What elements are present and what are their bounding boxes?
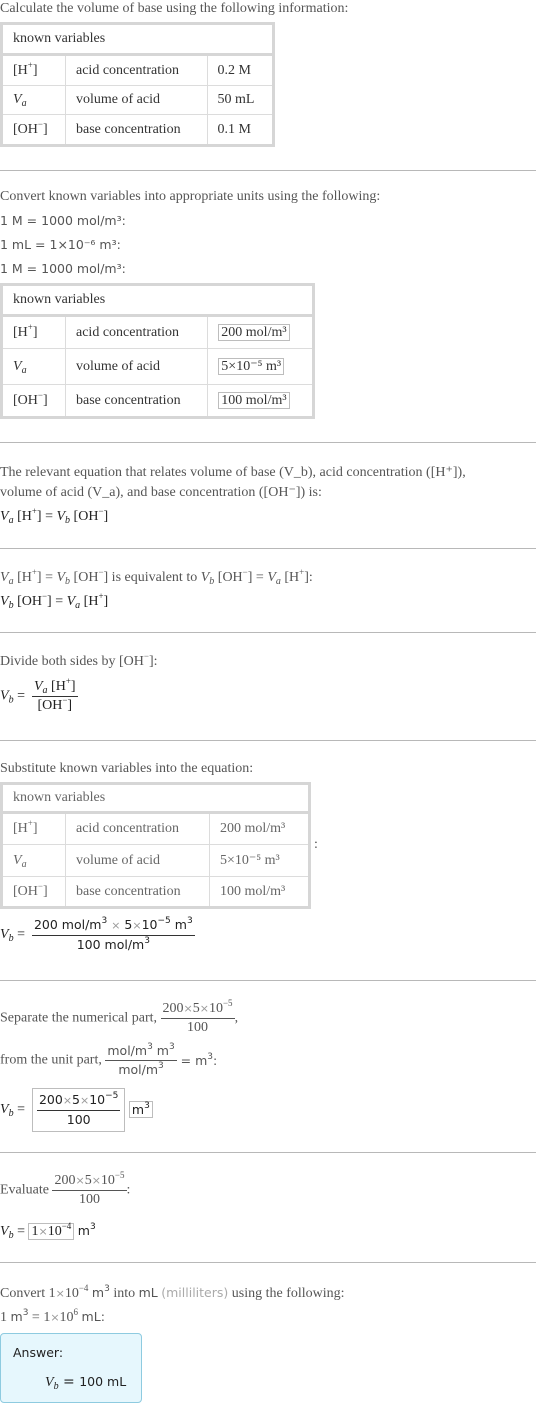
table-row: [H+] acid concentration 200 mol/m³ — [1, 812, 311, 845]
answer-value: Vb = 100 mL — [45, 1374, 127, 1392]
symbol-oh: [OH−] — [1, 876, 66, 908]
symbol-va: Va — [1, 348, 66, 385]
separate-text-1: Separate the numerical part, — [0, 1010, 158, 1026]
value-cell: 200 mol/m³ — [208, 812, 311, 845]
name-cell: acid concentration — [65, 54, 208, 86]
evaluate-text: Evaluate — [0, 1182, 49, 1198]
table-row: Va volume of acid 5×10⁻⁵ m³ — [1, 348, 314, 385]
name-cell: acid concentration — [65, 812, 210, 845]
relevant-text-2: volume of acid (V_a), and base concentra… — [0, 485, 322, 500]
separate-equation: Vb = 200×5×10−5 100 m3 — [0, 1088, 153, 1132]
symbol-h: [H+] — [1, 54, 66, 86]
value-cell: 5×10⁻⁵ m³ — [208, 844, 311, 877]
table-row: [OH−] base concentration 0.1 M — [1, 114, 275, 146]
boxed-value: 100 mol/m³ — [218, 391, 290, 409]
symbol-va: Va — [1, 85, 66, 115]
divider — [0, 980, 536, 981]
name-cell: volume of acid — [65, 844, 210, 877]
relevant-equation: Va [H+] = Vb [OH−] — [0, 506, 109, 526]
table-row: [OH−] base concentration 100 mol/m³ — [1, 384, 314, 418]
value-cell: 100 mol/m³ — [207, 384, 314, 418]
intro-text: Calculate the volume of base using the f… — [0, 1, 349, 16]
divider — [0, 548, 536, 549]
final-convert-rule: 1 m3 = 1×106 mL: — [0, 1307, 105, 1326]
table-row: [H+] acid concentration 0.2 M — [1, 54, 275, 86]
convert-rule: 1 M = 1000 mol/m³: — [0, 213, 126, 228]
equivalent-text: Va [H+] = Vb [OH−] is equivalent to Vb [… — [0, 567, 313, 587]
divider — [0, 442, 536, 443]
table-row: [H+] acid concentration 200 mol/m³ — [1, 315, 314, 349]
separate-text-2: from the unit part, — [0, 1052, 102, 1068]
name-cell: base concentration — [64, 384, 209, 418]
value-cell: 50 mL — [206, 85, 275, 115]
boxed-value: 5×10⁻⁵ m³ — [218, 358, 285, 375]
final-convert-text: Convert 1×10−4 m3 into mL (milliliters) … — [0, 1283, 345, 1302]
symbol-h: [H+] — [1, 315, 66, 349]
answer-label: Answer: — [13, 1345, 64, 1360]
value-cell: 5×10⁻⁵ m³ — [207, 348, 314, 385]
divider — [0, 740, 536, 741]
name-cell: acid concentration — [64, 315, 209, 349]
colon: : — [314, 837, 318, 852]
divide-equation: Vb = Va [H+] [OH−] — [0, 676, 78, 713]
evaluate-equation: Vb = 1×10−4 m3 — [0, 1221, 96, 1241]
table-row: Va volume of acid 50 mL — [1, 85, 275, 115]
symbol-va: Va — [1, 844, 66, 877]
divide-text: Divide both sides by [OH−]: — [0, 651, 158, 670]
convert-text: Convert known variables into appropriate… — [0, 189, 381, 204]
symbol-oh: [OH−] — [1, 384, 66, 418]
separate-numeric: Separate the numerical part, 200×5×10−5 1… — [0, 998, 239, 1036]
separate-units: from the unit part, mol/m3 m3 mol/m3 = m3… — [0, 1042, 218, 1078]
relevant-text-1: The relevant equation that relates volum… — [0, 465, 466, 480]
divider — [0, 1262, 536, 1263]
known-variables-table: known variables [H+] acid concentration … — [0, 22, 275, 147]
divider — [0, 170, 536, 171]
substitute-variables-table: known variables [H+] acid concentration … — [0, 782, 311, 909]
value-cell: 100 mol/m³ — [208, 876, 311, 908]
symbol-h: [H+] — [1, 812, 66, 845]
table-row: [OH−] base concentration 100 mol/m³ — [1, 876, 311, 908]
table-header: known variables — [1, 783, 310, 814]
name-cell: volume of acid — [65, 85, 208, 115]
evaluate-line: Evaluate 200×5×10−5 100: — [0, 1170, 131, 1208]
value-cell: 0.1 M — [206, 114, 275, 146]
table-header: known variables — [1, 23, 274, 56]
converted-variables-table: known variables [H+] acid concentration … — [0, 283, 315, 419]
divider — [0, 1152, 536, 1153]
convert-rule: 1 mL = 1×10⁻⁶ m³: — [0, 237, 121, 252]
substitute-text: Substitute known variables into the equa… — [0, 761, 254, 776]
name-cell: base concentration — [65, 114, 208, 146]
table-row: Va volume of acid 5×10⁻⁵ m³ — [1, 844, 311, 877]
table-header: known variables — [1, 284, 314, 317]
substitute-equation: Vb = 200 mol/m3 × 5×10−5 m3 100 mol/m3 — [0, 916, 195, 952]
answer-box: Answer: Vb = 100 mL — [0, 1333, 142, 1403]
boxed-value: 200 mol/m³ — [218, 323, 290, 341]
divider — [0, 632, 536, 633]
convert-rule: 1 M = 1000 mol/m³: — [0, 261, 126, 276]
value-cell: 0.2 M — [206, 54, 275, 86]
name-cell: base concentration — [65, 876, 210, 908]
value-cell: 200 mol/m³ — [207, 315, 314, 349]
name-cell: volume of acid — [64, 348, 209, 385]
symbol-oh: [OH−] — [1, 114, 66, 146]
equivalent-equation: Vb [OH−] = Va [H+] — [0, 591, 109, 611]
